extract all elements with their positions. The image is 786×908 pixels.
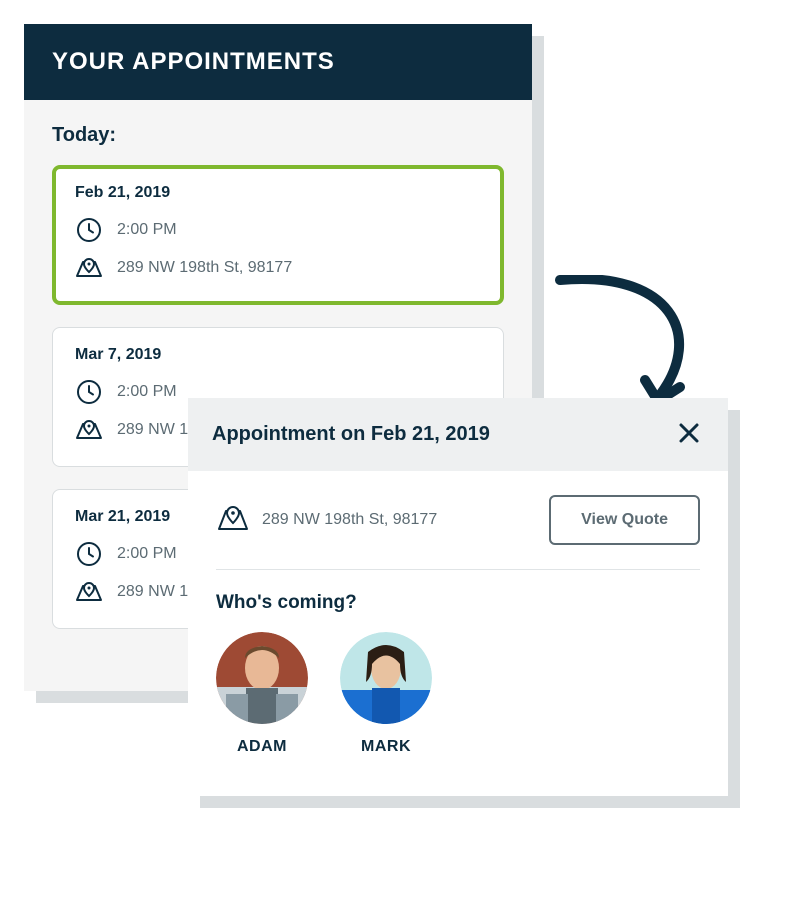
attendee: MARK xyxy=(340,632,432,756)
appointment-time: 2:00 PM xyxy=(117,383,177,401)
attendee-name: ADAM xyxy=(237,738,287,756)
appointment-address: 289 NW 198th St, 98177 xyxy=(117,259,292,277)
appointment-card[interactable]: Feb 21, 2019 2:00 PM xyxy=(52,165,504,305)
divider xyxy=(216,569,700,570)
view-quote-button[interactable]: View Quote xyxy=(549,495,700,545)
clock-icon xyxy=(75,540,103,568)
map-pin-icon xyxy=(75,578,103,606)
map-pin-icon xyxy=(75,416,103,444)
attendee-name: MARK xyxy=(361,738,411,756)
appointment-time-row: 2:00 PM xyxy=(75,216,481,244)
appointment-date: Feb 21, 2019 xyxy=(75,184,481,202)
appointments-header: YOUR APPOINTMENTS xyxy=(24,24,532,100)
clock-icon xyxy=(75,378,103,406)
map-pin-icon xyxy=(216,504,248,536)
detail-address-left: 289 NW 198th St, 98177 xyxy=(216,504,437,536)
whos-coming-label: Who's coming? xyxy=(216,592,700,614)
clock-icon xyxy=(75,216,103,244)
appointment-time: 2:00 PM xyxy=(117,221,177,239)
detail-header: Appointment on Feb 21, 2019 xyxy=(188,398,728,471)
detail-address-row: 289 NW 198th St, 98177 View Quote xyxy=(216,495,700,545)
today-label: Today: xyxy=(52,124,504,147)
detail-body: 289 NW 198th St, 98177 View Quote Who's … xyxy=(188,471,728,796)
appointments-title: YOUR APPOINTMENTS xyxy=(52,48,504,76)
appointment-time: 2:00 PM xyxy=(117,545,177,563)
avatar xyxy=(340,632,432,724)
appointment-detail-panel: Appointment on Feb 21, 2019 289 NW 198th… xyxy=(188,398,728,796)
detail-title: Appointment on Feb 21, 2019 xyxy=(212,423,490,446)
appointment-date: Mar 7, 2019 xyxy=(75,346,481,364)
avatar xyxy=(216,632,308,724)
attendee-list: ADAM xyxy=(216,632,700,756)
map-pin-icon xyxy=(75,254,103,282)
close-button[interactable] xyxy=(674,418,704,451)
detail-address: 289 NW 198th St, 98177 xyxy=(262,511,437,529)
close-icon xyxy=(678,422,700,447)
attendee: ADAM xyxy=(216,632,308,756)
appointment-address-row: 289 NW 198th St, 98177 xyxy=(75,254,481,282)
